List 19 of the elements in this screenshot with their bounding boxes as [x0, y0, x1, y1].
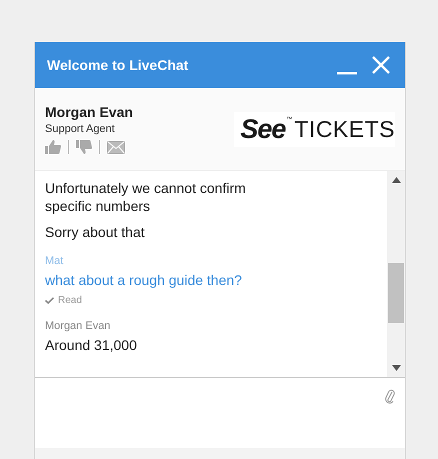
message-text: Unfortunately we cannot confirm specific numbers — [45, 179, 247, 215]
thumbs-down-icon[interactable] — [76, 140, 92, 154]
check-icon — [45, 297, 54, 304]
message-text: what about a rough guide then? — [45, 271, 243, 289]
email-icon[interactable] — [107, 140, 125, 154]
agent-role: Support Agent — [45, 123, 116, 135]
minimize-icon[interactable] — [337, 72, 357, 74]
author-name: Morgan Evan — [45, 320, 112, 332]
author-name: Mat — [45, 255, 64, 267]
logo-text: TICKETS — [294, 116, 395, 142]
agent-name: Morgan Evan — [45, 104, 134, 120]
read-status: Read — [58, 295, 82, 306]
attachment-icon[interactable] — [385, 388, 395, 404]
thumbs-up-icon[interactable] — [45, 140, 61, 154]
window-title: Welcome to LiveChat — [47, 57, 190, 73]
message-text: Sorry about that — [45, 223, 146, 241]
logo-text: See — [240, 116, 286, 142]
message-text: Around 31,000 — [45, 336, 138, 354]
scrollbar-thumb[interactable] — [388, 263, 404, 323]
